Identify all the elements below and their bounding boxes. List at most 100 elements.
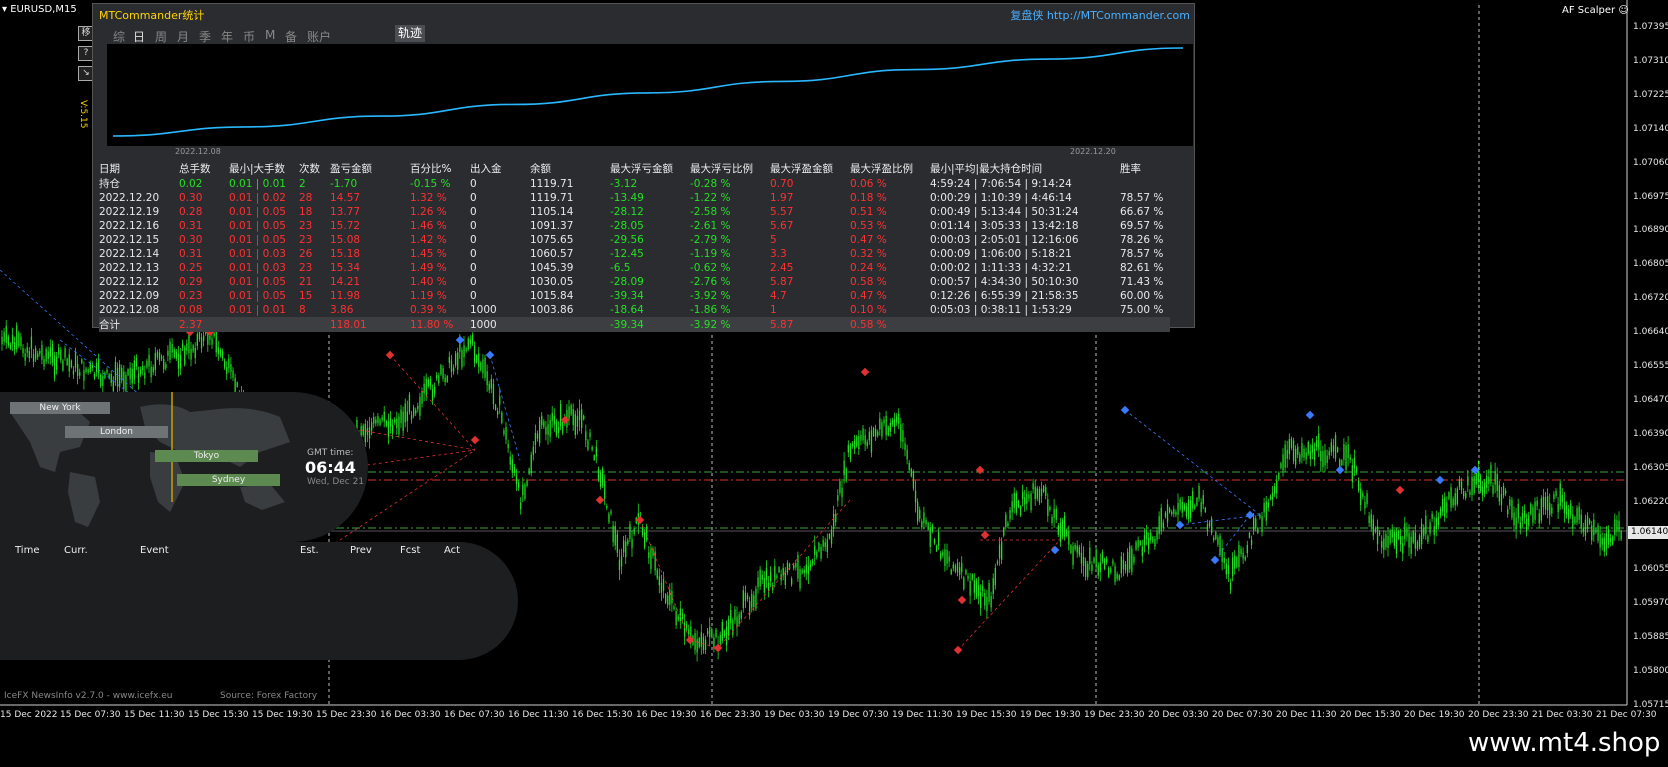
candle-body	[106, 369, 108, 373]
tab-period[interactable]: 月	[177, 28, 189, 45]
candle-body	[83, 370, 85, 381]
candle-body	[1343, 444, 1345, 460]
column-header[interactable]: 出入金	[470, 161, 530, 176]
candle-body	[648, 552, 650, 558]
candle-body	[394, 419, 396, 423]
candle-body	[22, 348, 24, 354]
table-cell: 2022.12.13	[99, 262, 160, 274]
candle-body	[1267, 502, 1269, 508]
candle-body	[583, 415, 585, 420]
candle-body	[1540, 498, 1542, 521]
candle-body	[1612, 536, 1614, 545]
table-cell: 1000	[470, 304, 497, 316]
column-header[interactable]: 余额	[530, 161, 610, 176]
candle-body	[1282, 454, 1284, 471]
candle-body	[165, 364, 167, 369]
tab-period[interactable]: 综	[113, 28, 125, 45]
candle-body	[1131, 548, 1133, 572]
candle-body	[49, 347, 51, 357]
time-tick-label: 15 Dec 07:30	[60, 710, 121, 720]
candle-body	[1557, 504, 1559, 513]
candle-body	[954, 565, 957, 572]
candle-body	[503, 430, 505, 435]
column-header[interactable]: 最大浮盈比例	[850, 161, 930, 176]
news-col-forecast: Fcst	[400, 545, 421, 556]
table-cell: 15.72	[330, 220, 361, 232]
candle-body	[1515, 517, 1517, 529]
candle-body	[1219, 535, 1221, 555]
candle-body	[1542, 496, 1545, 508]
candle-body	[560, 404, 562, 427]
tab-period[interactable]: M	[265, 28, 275, 42]
table-cell: 0.01 | 0.01	[229, 177, 286, 190]
table-cell: 2022.12.09	[99, 290, 160, 302]
candle-body	[971, 573, 973, 580]
tab-period[interactable]: 账户	[307, 28, 331, 45]
table-cell: 0	[470, 234, 477, 246]
column-header[interactable]: 百分比%	[410, 161, 470, 176]
table-cell: 0	[470, 290, 477, 302]
candle-body	[570, 405, 572, 415]
column-header[interactable]: 最小|平均|最大持仓时间	[930, 161, 1120, 176]
candle-body	[1181, 501, 1183, 513]
table-cell: 14.57	[330, 192, 361, 204]
table-cell: -1.22 %	[690, 192, 731, 204]
time-tick-label: 19 Dec 19:30	[1020, 710, 1081, 720]
candle-body	[1160, 507, 1162, 531]
column-header[interactable]: 最大浮盈金额	[770, 161, 850, 176]
candle-body	[154, 352, 156, 371]
candle-body	[1215, 532, 1217, 539]
tab-period[interactable]: 日	[133, 28, 145, 45]
column-header[interactable]: 胜率	[1120, 161, 1170, 176]
tab-period[interactable]: 年	[221, 28, 233, 45]
candle-body	[41, 344, 43, 360]
candle-body	[524, 484, 526, 499]
table-cell: -39.34	[610, 290, 644, 302]
candle-body	[969, 581, 971, 596]
time-tick-label: 15 Dec 11:30	[124, 710, 185, 720]
candle-body	[211, 338, 213, 345]
tab-period[interactable]: 季	[199, 28, 211, 45]
chart-menu-icon[interactable]: ▾	[2, 4, 7, 15]
candle-body	[625, 541, 627, 558]
candle-body	[820, 546, 822, 559]
candle-body	[501, 412, 503, 423]
column-header[interactable]: 最小|大手数	[229, 161, 299, 176]
tab-track[interactable]: 轨迹	[395, 25, 425, 42]
table-cell: 1.46 %	[410, 220, 447, 232]
column-header[interactable]: 次数	[299, 161, 330, 176]
table-cell: 18	[299, 206, 313, 218]
candle-body	[156, 351, 159, 358]
table-cell: 1.26 %	[410, 206, 447, 218]
mtc-website-link[interactable]: 复盘侠 http://MTCommander.com	[1010, 7, 1190, 23]
column-header[interactable]: 总手数	[179, 161, 229, 176]
candle-body	[28, 351, 30, 359]
column-header[interactable]: 最大浮亏比例	[690, 161, 770, 176]
candle-body	[112, 381, 114, 392]
candle-body	[1547, 495, 1549, 511]
candle-body	[629, 523, 631, 539]
candle-body	[589, 432, 591, 437]
candle-body	[37, 353, 39, 358]
candle-body	[715, 629, 717, 638]
candle-body	[364, 423, 366, 443]
table-cell: 1.42 %	[410, 234, 447, 246]
candle-body	[543, 421, 545, 427]
tab-period[interactable]: 币	[243, 28, 255, 45]
candle-body	[1544, 496, 1547, 510]
candle-body	[163, 359, 165, 370]
trade-marker	[860, 367, 870, 377]
candle-body	[1326, 455, 1328, 464]
tab-period[interactable]: 周	[155, 28, 167, 45]
column-header[interactable]: 日期	[99, 161, 179, 176]
column-header[interactable]: 最大浮亏金额	[610, 161, 690, 176]
candle-body	[421, 391, 423, 404]
candle-body	[1379, 532, 1381, 535]
table-cell: 15.34	[330, 262, 361, 274]
candle-body	[482, 359, 484, 374]
candle-body	[1047, 499, 1049, 516]
candle-body	[1311, 445, 1314, 453]
candle-body	[698, 638, 700, 648]
column-header[interactable]: 盈亏金额	[330, 161, 410, 176]
tab-period[interactable]: 备	[285, 28, 297, 45]
